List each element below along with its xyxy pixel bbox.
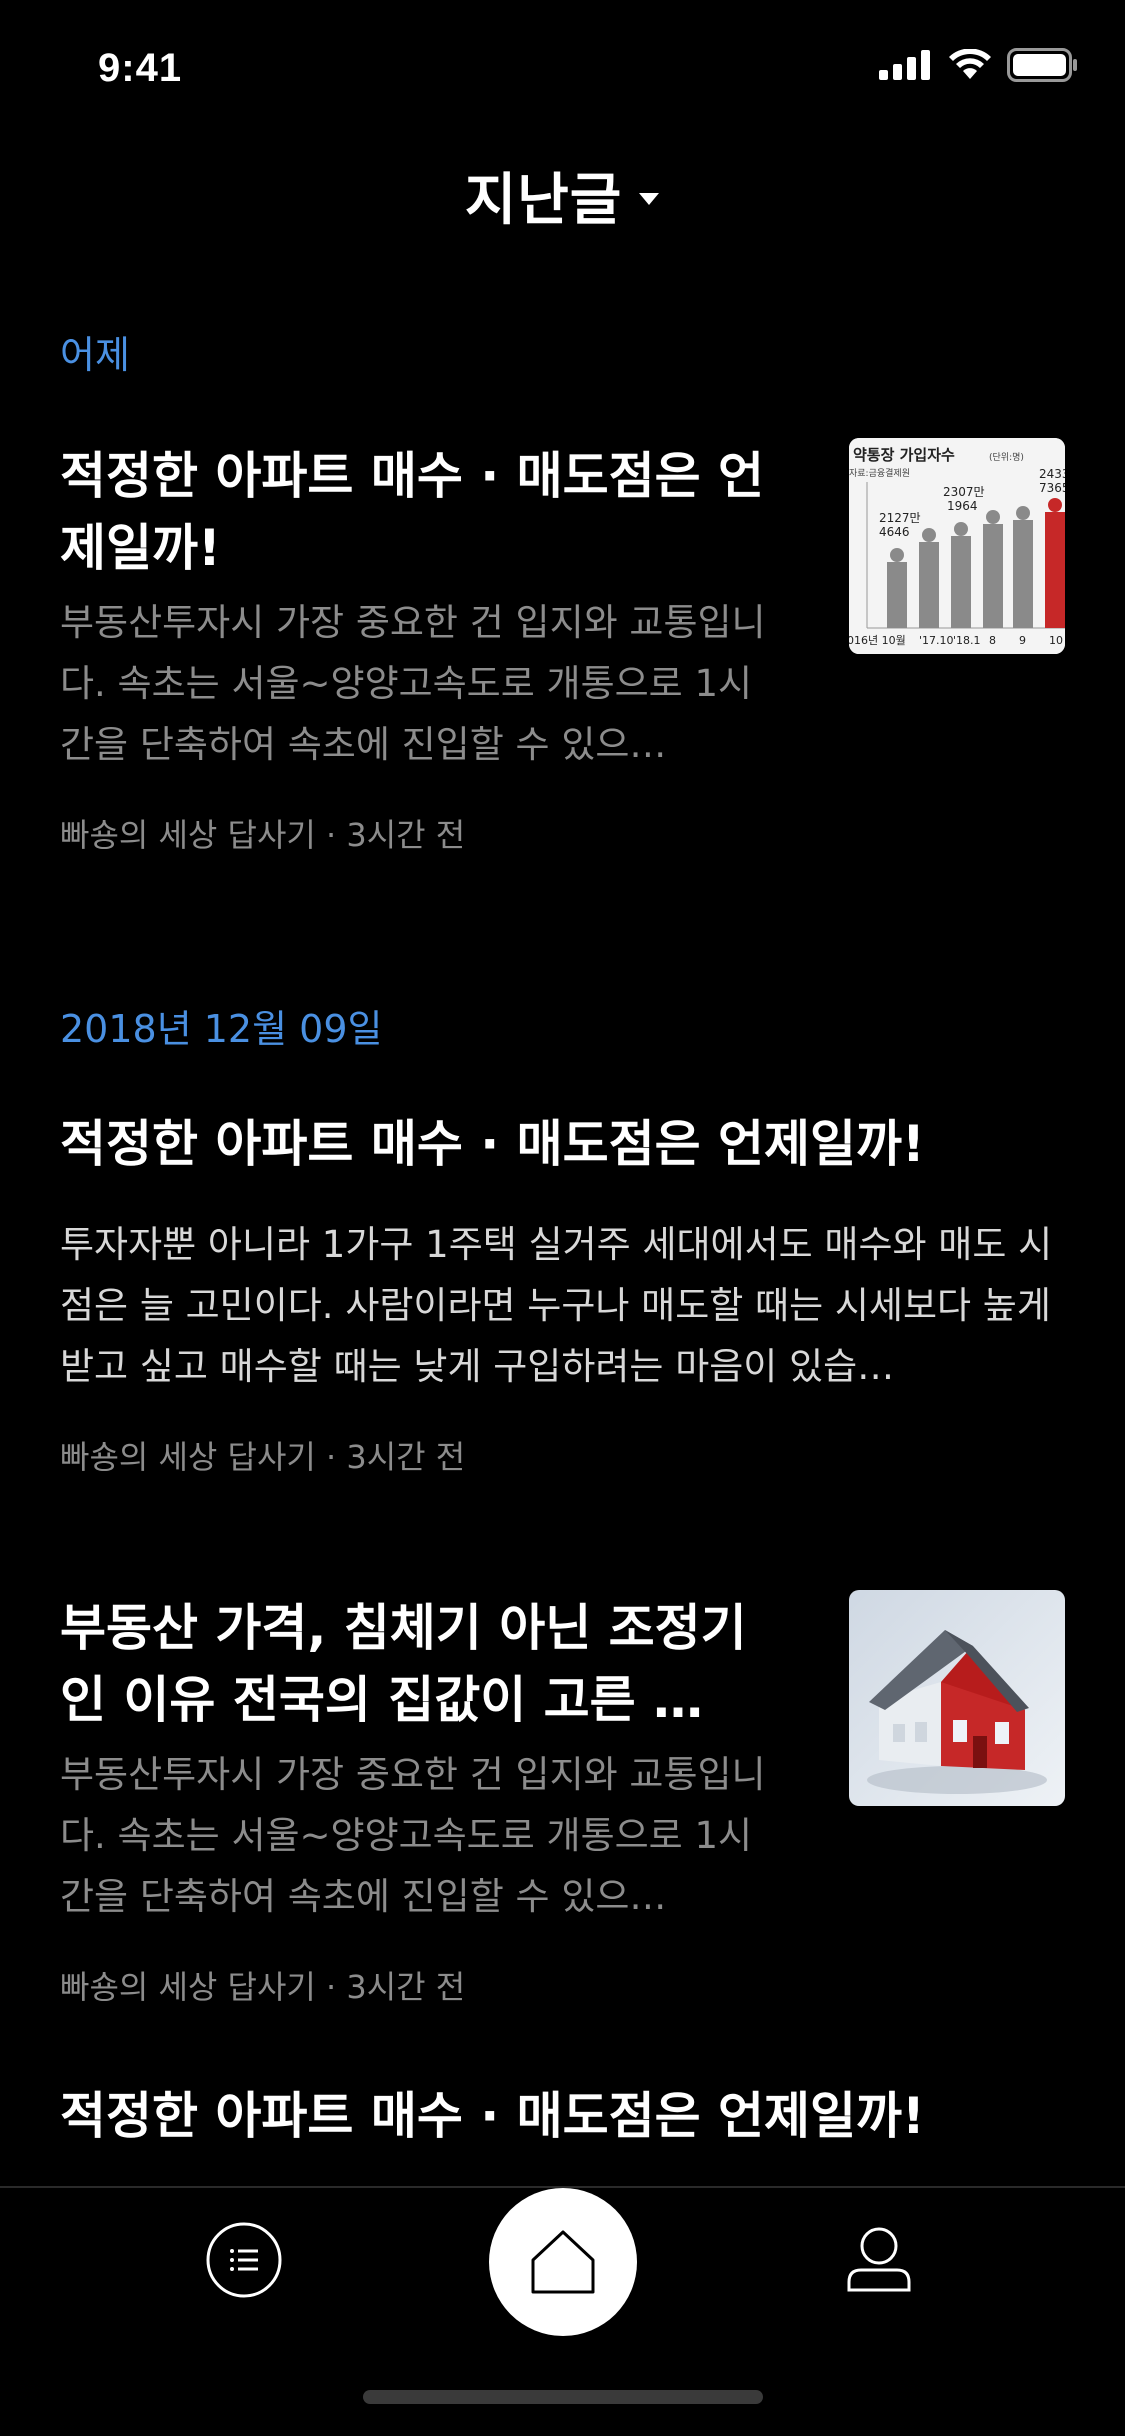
article-meta: 빠숑의 세상 답사기 · 3시간 전 [60, 1968, 466, 2006]
battery-icon [1007, 48, 1077, 82]
wifi-icon [949, 49, 991, 79]
article-card[interactable]: 적정한 아파트 매수 · 매도점은 언제일까! 투자자뿐 아니라 1가구 1주택… [60, 1108, 1065, 1488]
status-bar: 9:41 [0, 0, 1125, 140]
article-thumbnail-chart: 약통장 가입자수 (단위:명) 자료:금융결제원 2127만 4646 2307… [849, 438, 1065, 654]
chart-label: 1964 [947, 499, 978, 513]
article-list[interactable]: 어제 적정한 아파트 매수 · 매도점은 언제일까! 부동산투자시 가장 중요한… [0, 300, 1125, 2186]
article-card[interactable]: 적정한 아파트 매수 · 매도점은 언제일까! [60, 2080, 1065, 2186]
article-meta: 빠숑의 세상 답사기 · 3시간 전 [60, 816, 466, 854]
chart-label: 4646 [879, 525, 910, 539]
header[interactable]: 지난글 [0, 150, 1125, 240]
chart-source: 자료:금융결제원 [849, 468, 910, 479]
article-title: 적정한 아파트 매수 · 매도점은 언제일까! [60, 1115, 925, 1173]
chart-title: 약통장 가입자수 [853, 446, 955, 464]
home-button[interactable] [489, 2188, 637, 2336]
page-title: 지난글 [464, 167, 623, 233]
status-icons [879, 48, 1079, 82]
chart-x-label: '18.1 [953, 634, 981, 647]
article-title: 적정한 아파트 매수 · 매도점은 언제일까! [60, 2087, 925, 2145]
article-thumbnail-house [849, 1590, 1065, 1806]
article-summary: 투자자뿐 아니라 1가구 1주택 실거주 세대에서도 매수와 매도 시점은 늘 … [60, 1223, 1053, 1388]
article-title: 적정한 아파트 매수 · 매도점은 언제일까! [60, 447, 765, 577]
section-date: 2018년 12월 09일 [60, 1007, 383, 1051]
article-summary: 부동산투자시 가장 중요한 건 입지와 교통입니다. 속초는 서울~양양고속도로… [60, 601, 766, 766]
profile-icon[interactable] [846, 2226, 912, 2296]
list-icon[interactable] [206, 2222, 282, 2302]
chart-x-label: 016년 10월 [849, 634, 906, 647]
chart-label: 2307만 [943, 485, 985, 499]
status-time: 9:41 [98, 46, 183, 90]
chart-x-label: 10 [1049, 634, 1063, 647]
chart-unit: (단위:명) [989, 452, 1024, 463]
article-summary: 부동산투자시 가장 중요한 건 입지와 교통입니다. 속초는 서울~양양고속도로… [60, 1753, 766, 1918]
chart-x-label: '17.10 [919, 634, 954, 647]
chart-label: 7365 [1039, 481, 1065, 495]
bar-chart-thumbnail: 약통장 가입자수 (단위:명) 자료:금융결제원 2127만 4646 2307… [849, 438, 1065, 654]
article-card[interactable]: 적정한 아파트 매수 · 매도점은 언제일까! 부동산투자시 가장 중요한 건 … [60, 438, 1065, 880]
article-title: 부동산 가격, 침체기 아닌 조정기인 이유 전국의 집값이 고른 … [60, 1599, 747, 1729]
chart-x-label: 9 [1019, 634, 1026, 647]
article-card[interactable]: 부동산 가격, 침체기 아닌 조정기인 이유 전국의 집값이 고른 … 부동산투… [60, 1590, 1065, 2032]
signal-icon [879, 50, 930, 80]
article-meta: 빠숑의 세상 답사기 · 3시간 전 [60, 1438, 466, 1476]
home-icon [531, 2230, 595, 2294]
chart-label: 2127만 [879, 511, 921, 525]
house-image [849, 1590, 1065, 1806]
caret-down-icon[interactable] [638, 192, 660, 206]
chart-label: 2433 [1039, 467, 1065, 481]
home-indicator[interactable] [363, 2390, 763, 2404]
section-date: 어제 [60, 333, 130, 377]
chart-x-label: 8 [989, 634, 996, 647]
